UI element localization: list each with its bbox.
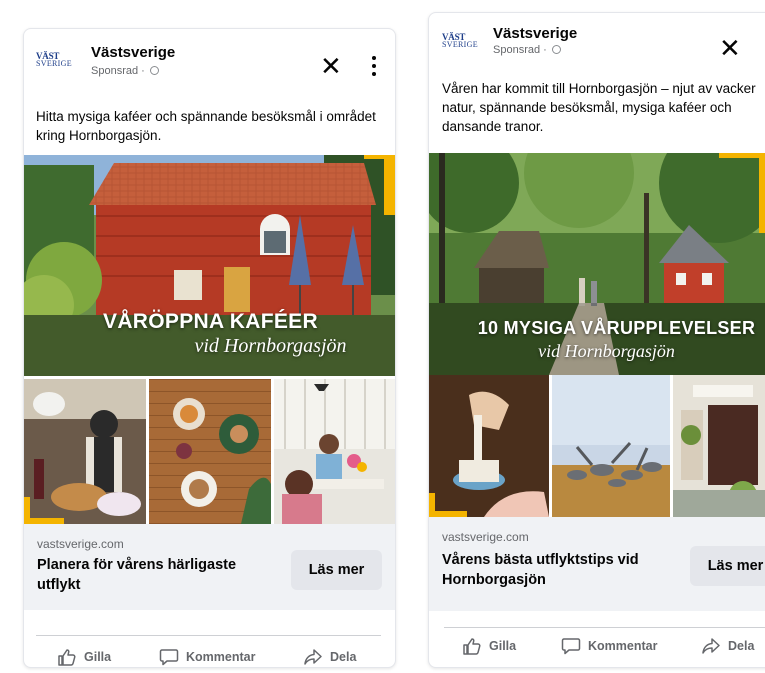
close-icon[interactable]: ✕ xyxy=(719,35,741,61)
post-header: VÄST SVERIGE Västsverige Sponsrad · ✕ xyxy=(24,29,395,89)
hero-image[interactable]: 10 MYSIGA VÅRUPPLEVELSER vid Hornborgasj… xyxy=(429,153,765,375)
thumbnail-coffee-table[interactable] xyxy=(149,379,271,524)
link-domain: vastsverige.com xyxy=(442,530,529,544)
primary-text: Hitta mysiga kaféer och spännande besöks… xyxy=(36,109,376,143)
logo-text-bottom: SVERIGE xyxy=(36,59,72,68)
learn-more-button[interactable]: Läs mer xyxy=(690,546,765,586)
learn-more-button[interactable]: Läs mer xyxy=(291,550,382,590)
share-button[interactable]: Dela xyxy=(701,636,754,656)
thumbnail-shop-front[interactable] xyxy=(673,375,765,517)
comment-label: Kommentar xyxy=(588,639,658,653)
comment-button[interactable]: Kommentar xyxy=(159,647,255,667)
comment-icon xyxy=(159,649,179,666)
advertiser-name[interactable]: Västsverige xyxy=(493,25,577,42)
comment-button[interactable]: Kommentar xyxy=(561,636,657,656)
thumbs-up-icon xyxy=(58,649,76,666)
link-preview[interactable]: vastsverige.com Vårens bästa utflyktstip… xyxy=(429,517,765,611)
hero-title: VÅRÖPPNA KAFÉER xyxy=(103,310,318,333)
hero-subtitle: vid Hornborgasjön xyxy=(194,335,347,357)
thumbnail-row xyxy=(429,375,765,517)
like-button[interactable]: Gilla xyxy=(57,647,111,667)
comment-label: Kommentar xyxy=(186,650,256,664)
link-domain: vastsverige.com xyxy=(37,537,124,551)
link-preview[interactable]: vastsverige.com Planera för vårens härli… xyxy=(24,524,395,610)
logo-text-bottom: SVERIGE xyxy=(442,40,478,49)
hero-subtitle: vid Hornborgasjön xyxy=(538,341,675,361)
sponsored-label: Sponsrad · xyxy=(91,65,159,77)
thumbnail-cafe-guests[interactable] xyxy=(274,379,395,524)
globe-icon xyxy=(149,66,159,75)
thumbnail-bakery[interactable] xyxy=(24,379,146,524)
hero-image[interactable]: VÅRÖPPNA KAFÉER vid Hornborgasjön xyxy=(24,155,395,376)
primary-text: Våren har kommit till Hornborgasjön – nj… xyxy=(442,81,756,134)
ad-card-right: VÄST SVERIGE Västsverige Sponsrad · ✕ Vå… xyxy=(428,12,765,668)
link-headline[interactable]: Vårens bästa utflyktstips vid Hornborgas… xyxy=(442,550,677,590)
advertiser-logo[interactable]: VÄST SVERIGE xyxy=(36,45,82,75)
thumbnail-row xyxy=(24,379,395,524)
more-options-icon[interactable] xyxy=(371,56,377,76)
share-label: Dela xyxy=(728,639,755,653)
share-button[interactable]: Dela xyxy=(303,647,356,667)
like-label: Gilla xyxy=(84,650,112,664)
link-headline[interactable]: Planera för vårens härligaste utflykt xyxy=(37,555,272,595)
globe-icon xyxy=(551,45,561,54)
advertiser-name[interactable]: Västsverige xyxy=(91,44,175,61)
thumbs-up-icon xyxy=(463,638,481,655)
ad-card-left: VÄST SVERIGE Västsverige Sponsrad · ✕ Hi… xyxy=(23,28,396,668)
advertiser-logo[interactable]: VÄST SVERIGE xyxy=(442,26,488,56)
thumbnail-coffee-pour[interactable] xyxy=(429,375,549,517)
actions-divider xyxy=(444,627,765,628)
like-button[interactable]: Gilla xyxy=(462,636,516,656)
thumbnail-cranes[interactable] xyxy=(552,375,670,517)
post-header: VÄST SVERIGE Västsverige Sponsrad · ✕ xyxy=(429,13,765,73)
close-icon[interactable]: ✕ xyxy=(320,53,342,79)
share-icon xyxy=(304,649,322,665)
hero-title: 10 MYSIGA VÅRUPPLEVELSER xyxy=(477,318,756,338)
share-label: Dela xyxy=(330,650,357,664)
comment-icon xyxy=(561,638,581,655)
like-label: Gilla xyxy=(489,639,517,653)
share-icon xyxy=(702,638,720,654)
sponsored-label: Sponsrad · xyxy=(493,44,561,56)
actions-divider xyxy=(36,635,381,636)
